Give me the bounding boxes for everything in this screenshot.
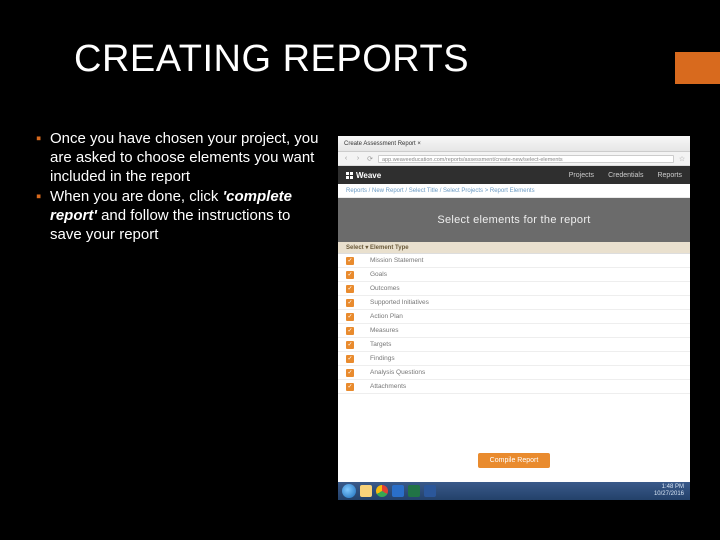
checkbox-icon[interactable]: ✓ — [346, 271, 354, 279]
bullet-item: ▪ When you are done, click 'complete rep… — [36, 188, 326, 244]
brand-logo[interactable]: Weave — [346, 171, 381, 180]
table-row: ✓ Action Plan — [338, 310, 690, 324]
checkbox-icon[interactable]: ✓ — [346, 285, 354, 293]
row-label: Mission Statement — [370, 257, 690, 264]
nav-credentials[interactable]: Credentials — [608, 172, 643, 179]
table-row: ✓ Targets — [338, 338, 690, 352]
system-clock[interactable]: 1:48 PM 10/27/2016 — [654, 484, 686, 497]
windows-taskbar: 1:48 PM 10/27/2016 — [338, 482, 690, 500]
elements-table: Select ▾ Element Type ✓ Mission Statement… — [338, 242, 690, 443]
row-label: Action Plan — [370, 313, 690, 320]
compile-area: Compile Report — [338, 443, 690, 482]
outlook-icon[interactable] — [392, 485, 404, 497]
slide-title: CREATING REPORTS — [74, 38, 469, 81]
table-row: ✓ Supported Initiatives — [338, 296, 690, 310]
bullet-marker: ▪ — [36, 130, 50, 186]
browser-tab-strip: Create Assessment Report × — [338, 136, 690, 152]
accent-bar — [675, 52, 720, 84]
table-header: Select ▾ Element Type — [338, 242, 690, 254]
table-row: ✓ Outcomes — [338, 282, 690, 296]
row-label: Outcomes — [370, 285, 690, 292]
browser-toolbar: ‹ › ⟳ app.weaveeducation.com/reports/ass… — [338, 152, 690, 166]
excel-icon[interactable] — [408, 485, 420, 497]
checkbox-icon[interactable]: ✓ — [346, 355, 354, 363]
browser-tab[interactable]: Create Assessment Report × — [344, 141, 421, 147]
grid-icon — [346, 172, 353, 179]
table-row: ✓ Analysis Questions — [338, 366, 690, 380]
forward-icon[interactable]: › — [354, 155, 362, 163]
row-label: Targets — [370, 341, 690, 348]
checkbox-icon[interactable]: ✓ — [346, 369, 354, 377]
chrome-icon[interactable] — [376, 485, 388, 497]
explorer-icon[interactable] — [360, 485, 372, 497]
bullet-item: ▪ Once you have chosen your project, you… — [36, 130, 326, 186]
row-label: Measures — [370, 327, 690, 334]
table-row: ✓ Measures — [338, 324, 690, 338]
star-icon[interactable]: ☆ — [678, 155, 686, 163]
table-row: ✓ Attachments — [338, 380, 690, 394]
checkbox-icon[interactable]: ✓ — [346, 327, 354, 335]
breadcrumb[interactable]: Reports / New Report / Select Title / Se… — [338, 184, 690, 198]
bullet-marker: ▪ — [36, 188, 50, 244]
row-label: Supported Initiatives — [370, 299, 690, 306]
bullet-text: When you are done, click 'complete repor… — [50, 188, 326, 244]
app-header: Weave Projects Credentials Reports — [338, 166, 690, 184]
checkbox-icon[interactable]: ✓ — [346, 341, 354, 349]
col-select[interactable]: Select ▾ — [338, 244, 370, 251]
reload-icon[interactable]: ⟳ — [366, 155, 374, 163]
nav-reports[interactable]: Reports — [657, 172, 682, 179]
row-label: Findings — [370, 355, 690, 362]
checkbox-icon[interactable]: ✓ — [346, 299, 354, 307]
col-element-type: Element Type — [370, 245, 690, 251]
table-row: ✓ Mission Statement — [338, 254, 690, 268]
table-row: ✓ Goals — [338, 268, 690, 282]
checkbox-icon[interactable]: ✓ — [346, 383, 354, 391]
row-label: Attachments — [370, 383, 690, 390]
checkbox-icon[interactable]: ✓ — [346, 313, 354, 321]
bullet-text: Once you have chosen your project, you a… — [50, 130, 326, 186]
hero-banner: Select elements for the report — [338, 198, 690, 242]
row-label: Goals — [370, 271, 690, 278]
app-screenshot: Create Assessment Report × ‹ › ⟳ app.wea… — [338, 136, 690, 500]
table-row: ✓ Findings — [338, 352, 690, 366]
checkbox-icon[interactable]: ✓ — [346, 257, 354, 265]
nav-projects[interactable]: Projects — [569, 172, 594, 179]
word-icon[interactable] — [424, 485, 436, 497]
bullet-list: ▪ Once you have chosen your project, you… — [36, 130, 326, 247]
row-label: Analysis Questions — [370, 369, 690, 376]
compile-report-button[interactable]: Compile Report — [478, 453, 551, 468]
url-bar[interactable]: app.weaveeducation.com/reports/assessmen… — [378, 155, 674, 163]
start-button[interactable] — [342, 484, 356, 498]
back-icon[interactable]: ‹ — [342, 155, 350, 163]
